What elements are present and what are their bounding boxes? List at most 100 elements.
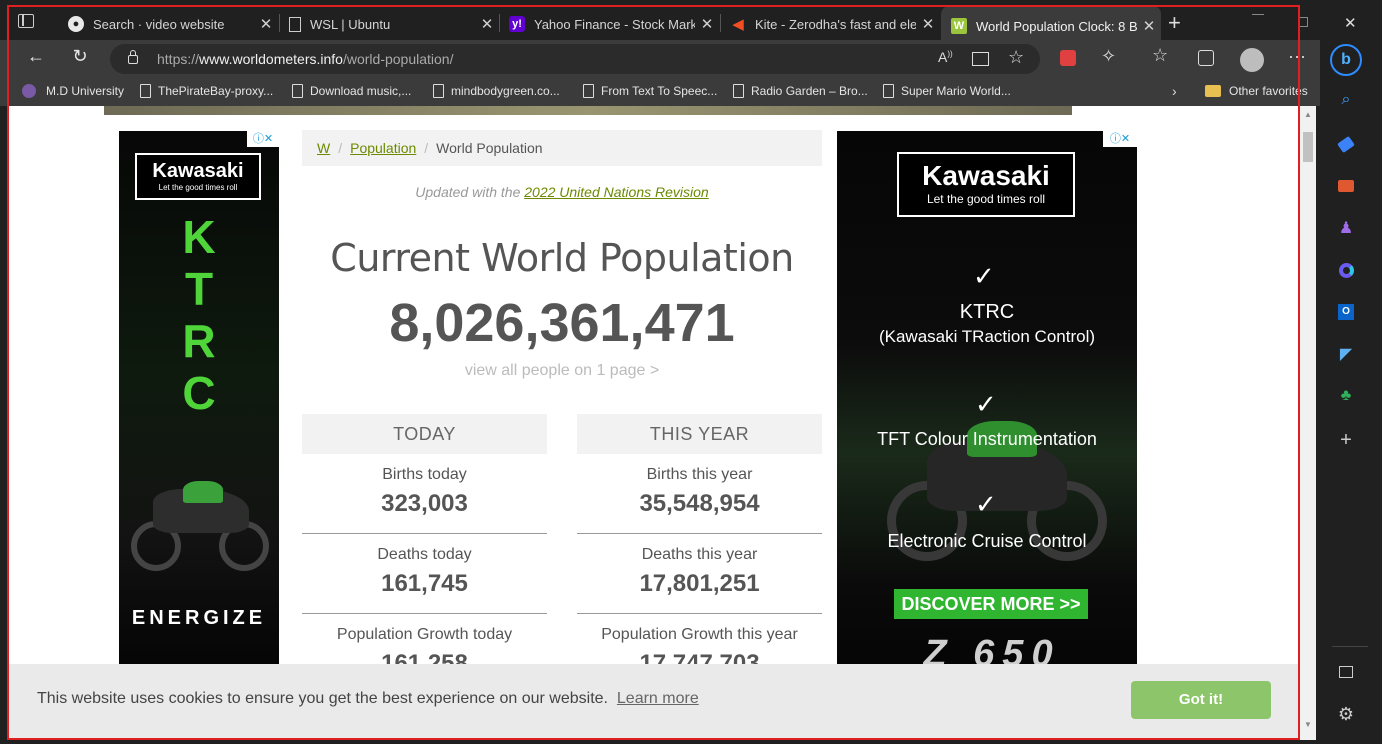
outlook-icon[interactable]: O <box>1334 300 1358 324</box>
bookmark-item[interactable]: ThePirateBay-proxy... <box>140 84 273 98</box>
search-icon[interactable]: ⌕ <box>1334 88 1358 112</box>
new-tab-button[interactable]: + <box>1168 10 1181 36</box>
extension-icon[interactable] <box>1060 50 1076 66</box>
page-scrollbar[interactable]: ▲ ▼ <box>1300 106 1316 740</box>
tab-actions-icon[interactable] <box>18 14 34 28</box>
ad-left[interactable]: ⓘ✕ Kawasaki Let the good times roll KTRC… <box>119 131 279 666</box>
breadcrumb-population-link[interactable]: Population <box>350 140 416 156</box>
close-icon[interactable]: ✕ <box>475 15 499 33</box>
minimize-button[interactable] <box>1252 14 1264 15</box>
model-logo: Z 650 <box>923 633 1061 666</box>
bookmark-item[interactable]: Download music,... <box>292 84 411 98</box>
bing-icon[interactable]: b <box>1330 44 1362 76</box>
breadcrumb-home-link[interactable]: W <box>317 140 330 156</box>
ad-vertical-text: KTRC <box>182 211 216 419</box>
un-revision-link[interactable]: 2022 United Nations Revision <box>524 184 708 200</box>
bookmark-item[interactable]: M.D University <box>22 84 124 98</box>
tab-title: Kite - Zerodha's fast and eleg <box>755 16 916 32</box>
address-row: ← ↻ https://www.worldometers.info/world-… <box>0 40 1320 78</box>
shopping-tag-icon[interactable] <box>1334 132 1358 156</box>
back-icon[interactable]: ← <box>22 46 50 67</box>
profile-avatar[interactable] <box>1240 48 1264 72</box>
extensions-puzzle-icon[interactable]: ✧ <box>1101 46 1116 67</box>
close-icon[interactable]: ✕ <box>1137 17 1161 35</box>
page-icon <box>883 84 894 98</box>
yahoo-icon: y! <box>509 16 525 32</box>
kawasaki-logo: Kawasaki Let the good times roll <box>897 152 1075 217</box>
close-window-button[interactable]: ✕ <box>1344 14 1357 32</box>
bookmark-item[interactable]: Radio Garden – Bro... <box>733 84 868 98</box>
tab-wsl[interactable]: WSL | Ubuntu ✕ <box>279 8 499 40</box>
deaths-today-label: Deaths today <box>377 546 472 563</box>
more-menu-icon[interactable]: ··· <box>1288 46 1306 67</box>
cookie-banner: This website uses cookies to ensure you … <box>8 664 1300 740</box>
ad-right[interactable]: ⓘ✕ Kawasaki Let the good times roll ✓ KT… <box>837 131 1137 666</box>
tab-github[interactable]: ● Search · video website ✕ <box>58 8 278 40</box>
close-icon[interactable]: ✕ <box>695 15 719 33</box>
add-favorite-icon[interactable]: ☆ <box>1008 47 1024 68</box>
hide-sidebar-icon[interactable] <box>1334 660 1358 684</box>
scrollbar-thumb[interactable] <box>1303 132 1313 162</box>
close-icon[interactable]: ✕ <box>254 15 278 33</box>
deaths-year-value: 17,801,251 <box>639 570 760 597</box>
ad-feature-sub: (Kawasaki TRaction Control) <box>878 327 1096 346</box>
ad-feature-text: TFT Colour Instrumentation <box>877 429 1097 449</box>
page-icon <box>583 84 594 98</box>
immersive-reader-icon[interactable] <box>972 52 989 66</box>
bookmark-item[interactable]: From Text To Speec... <box>583 84 717 98</box>
page-icon <box>733 84 744 98</box>
read-aloud-icon[interactable]: A)) <box>938 49 953 65</box>
tab-kite[interactable]: ◀ Kite - Zerodha's fast and eleg ✕ <box>720 8 940 40</box>
births-today-value: 323,003 <box>381 490 468 517</box>
kawasaki-logo: Kawasaki Let the good times roll <box>135 153 261 200</box>
collections-icon[interactable] <box>1198 50 1214 66</box>
births-year-label: Births this year <box>646 466 753 483</box>
telegram-icon[interactable]: ◤ <box>1334 342 1358 366</box>
page-icon <box>433 84 444 98</box>
view-all-link[interactable]: view all people on 1 page > <box>302 362 822 380</box>
scroll-up-icon[interactable]: ▲ <box>1304 110 1312 119</box>
tree-icon[interactable]: ♣ <box>1334 384 1358 408</box>
growth-today-label: Population Growth today <box>336 626 513 643</box>
births-today-label: Births today <box>382 466 467 483</box>
folder-icon <box>1205 85 1221 97</box>
page-title: Current World Population <box>330 236 794 280</box>
this-year-header: THIS YEAR <box>577 414 822 454</box>
chevron-right-icon[interactable]: › <box>1172 83 1177 99</box>
bookmark-item[interactable]: Super Mario World... <box>883 84 1011 98</box>
ad-choices-icon[interactable]: ⓘ✕ <box>247 131 279 147</box>
births-year-value: 35,548,954 <box>639 490 760 517</box>
tab-yahoo[interactable]: y! Yahoo Finance - Stock Market ✕ <box>499 8 719 40</box>
learn-more-link[interactable]: Learn more <box>617 690 699 707</box>
cookie-text: This website uses cookies to ensure you … <box>37 690 699 707</box>
today-header: TODAY <box>302 414 547 454</box>
checkmark-icon: ✓ <box>975 389 997 419</box>
ad-choices-icon[interactable]: ⓘ✕ <box>1103 131 1137 147</box>
discover-more-button[interactable]: DISCOVER MORE >> <box>894 589 1088 619</box>
deaths-today-value: 161,745 <box>381 570 468 597</box>
population-counter: 8,026,361,471 <box>389 293 735 353</box>
page-icon <box>140 84 151 98</box>
lock-icon[interactable] <box>128 55 138 64</box>
got-it-button[interactable]: Got it! <box>1131 681 1271 719</box>
page-icon <box>289 16 301 32</box>
games-icon[interactable]: ♟ <box>1334 216 1358 240</box>
bookmark-item[interactable]: mindbodygreen.co... <box>433 84 560 98</box>
refresh-icon[interactable]: ↻ <box>66 46 94 67</box>
updated-note: Updated with the 2022 United Nations Rev… <box>415 184 709 200</box>
scroll-down-icon[interactable]: ▼ <box>1304 720 1312 729</box>
checkmark-icon: ✓ <box>975 489 997 519</box>
tab-title: Search · video website <box>93 16 225 32</box>
address-bar[interactable]: https://www.worldometers.info/world-popu… <box>110 44 1040 74</box>
office-icon[interactable] <box>1334 258 1358 282</box>
close-icon[interactable]: ✕ <box>916 15 940 33</box>
tab-title: WSL | Ubuntu <box>310 16 391 32</box>
tools-briefcase-icon[interactable] <box>1334 174 1358 198</box>
favorites-icon[interactable]: ☆ <box>1152 45 1168 66</box>
other-favorites[interactable]: Other favorites <box>1205 84 1308 98</box>
worldometers-icon: W <box>951 18 967 34</box>
ad-feature-title: KTRC <box>959 301 1015 323</box>
restore-button[interactable] <box>1298 17 1308 27</box>
settings-gear-icon[interactable]: ⚙ <box>1334 702 1358 726</box>
add-sidebar-app-icon[interactable]: + <box>1334 428 1358 452</box>
